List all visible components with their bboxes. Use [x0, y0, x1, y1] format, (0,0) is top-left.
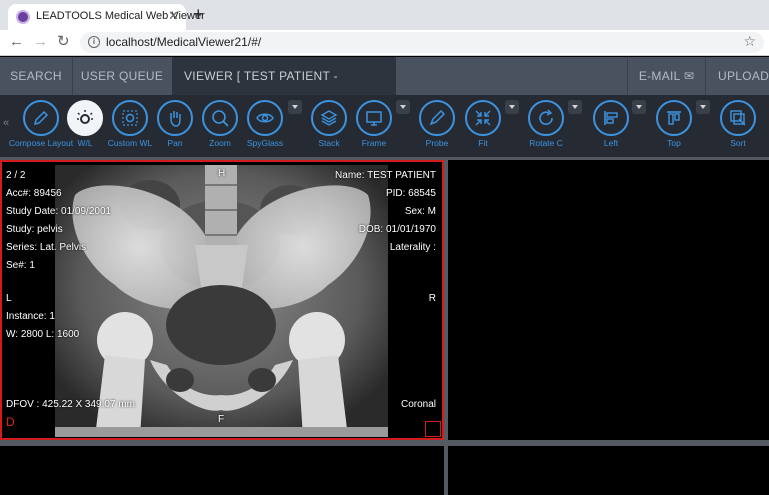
rotate-dropdown-icon[interactable]	[568, 100, 582, 114]
viewer-area: 2 / 2 Acc#: 89456 Study Date: 01/09/2001…	[0, 157, 769, 495]
browser-tab-title: LEADTOOLS Medical Web Viewer	[36, 10, 205, 22]
hand-icon	[170, 111, 181, 127]
info-icon[interactable]: i	[88, 36, 100, 48]
back-arrow-icon[interactable]: ←	[9, 33, 24, 51]
sort-icon	[730, 110, 746, 126]
sort-label: Sort	[730, 138, 746, 148]
study-name: Study: pelvis	[6, 224, 63, 235]
align-left-dropdown-icon[interactable]	[632, 100, 646, 114]
frame-dropdown-icon[interactable]	[396, 100, 410, 114]
rotate-icon	[539, 109, 553, 125]
leadtools-favicon-icon	[16, 10, 30, 24]
email-button[interactable]: E-MAIL ✉	[628, 57, 705, 95]
patient-sex: Sex: M	[404, 206, 436, 217]
url-input[interactable]: i localhost/MedicalViewer21/#/ ☆	[80, 32, 764, 53]
pencil-icon	[33, 110, 49, 126]
email-button-label: E-MAIL	[638, 69, 681, 83]
browser-tab-strip: LEADTOOLS Medical Web Viewer ✕ +	[0, 0, 769, 30]
rotate-c-button[interactable]: Rotate C	[521, 99, 571, 155]
custom-wl-icon	[122, 110, 138, 126]
fit-dropdown-icon[interactable]	[505, 100, 519, 114]
series-name: Series: Lat. Pelvis	[6, 242, 87, 253]
upload-button[interactable]: UPLOAD	[706, 57, 769, 95]
image-cell-empty[interactable]	[448, 446, 769, 495]
rotate-c-label: Rotate C	[529, 138, 563, 148]
tab-user-queue[interactable]: USER QUEUE	[73, 57, 171, 95]
image-cell-empty[interactable]	[0, 446, 444, 495]
bookmark-star-icon[interactable]: ☆	[743, 33, 756, 50]
cell-resize-handle[interactable]	[425, 421, 441, 437]
accession-number: Acc#: 89456	[6, 188, 62, 199]
sort-button[interactable]: Sort	[713, 99, 763, 155]
fit-icon	[475, 110, 491, 126]
stack-icon	[320, 110, 338, 126]
frame-counter: 2 / 2	[6, 170, 26, 181]
instance-number: Instance: 1	[6, 311, 55, 322]
forward-arrow-icon[interactable]: →	[33, 33, 48, 51]
spyglass-label: SpyGlass	[246, 138, 284, 148]
study-date: Study Date: 01/09/2001	[6, 206, 112, 217]
tab-search[interactable]: SEARCH	[0, 57, 72, 95]
align-left-button[interactable]: Left	[586, 99, 636, 155]
envelope-icon: ✉	[683, 69, 695, 83]
image-cell-empty[interactable]	[448, 160, 769, 440]
align-top-icon	[667, 111, 681, 125]
dfov: DFOV : 425.22 X 349.07 mm	[6, 399, 135, 410]
viewer-toolbar: « Compose Layout W/L Custom WL Pan Zoom …	[0, 95, 769, 157]
window-level-icon	[77, 110, 93, 124]
probe-icon	[429, 109, 446, 126]
image-plane: Coronal	[400, 399, 436, 410]
orientation-right: R	[428, 293, 436, 304]
laterality: Laterality :	[389, 242, 436, 253]
image-cell-selected[interactable]: 2 / 2 Acc#: 89456 Study Date: 01/09/2001…	[0, 160, 444, 440]
orientation-left: L	[6, 293, 12, 304]
orientation-bottom: F	[218, 414, 225, 425]
app-nav: SEARCH USER QUEUE VIEWER [ TEST PATIENT …	[0, 57, 769, 121]
address-bar: ← → ↻ i localhost/MedicalViewer21/#/ ☆	[0, 30, 769, 56]
patient-name: Name: TEST PATIENT	[335, 170, 436, 181]
spyglass-button[interactable]: SpyGlass	[240, 99, 290, 155]
spyglass-dropdown-icon[interactable]	[288, 100, 302, 114]
url-text: localhost/MedicalViewer21/#/	[106, 35, 262, 49]
frame-icon	[366, 111, 382, 126]
patient-id: PID: 68545	[385, 188, 436, 199]
series-number: Se#: 1	[6, 260, 35, 271]
orientation-top: H	[218, 168, 226, 179]
frame-button[interactable]: Frame	[349, 99, 399, 155]
fit-label: Fit	[478, 138, 488, 148]
new-tab-icon[interactable]: +	[193, 4, 204, 24]
browser-tab[interactable]: LEADTOOLS Medical Web Viewer ✕	[8, 4, 205, 30]
window-level: W: 2800 L: 1600	[6, 329, 80, 340]
magnifier-icon	[212, 110, 229, 127]
reload-icon[interactable]: ↻	[57, 33, 70, 51]
align-top-button[interactable]: Top	[649, 99, 699, 155]
tab-viewer[interactable]: VIEWER [ TEST PATIENT - 68545]✕	[172, 57, 396, 121]
frame-label: Frame	[361, 138, 387, 148]
align-top-label: Top	[667, 138, 681, 148]
close-tab-icon[interactable]: ✕	[168, 8, 179, 24]
collapse-toolbar-icon[interactable]: «	[3, 117, 9, 129]
fit-button[interactable]: Fit	[458, 99, 508, 155]
align-top-dropdown-icon[interactable]	[696, 100, 710, 114]
eye-icon	[256, 113, 274, 123]
patient-dob: DOB: 01/01/1970	[358, 224, 436, 235]
align-left-icon	[604, 111, 618, 125]
align-left-label: Left	[603, 138, 619, 148]
marker-d: D	[6, 415, 15, 429]
